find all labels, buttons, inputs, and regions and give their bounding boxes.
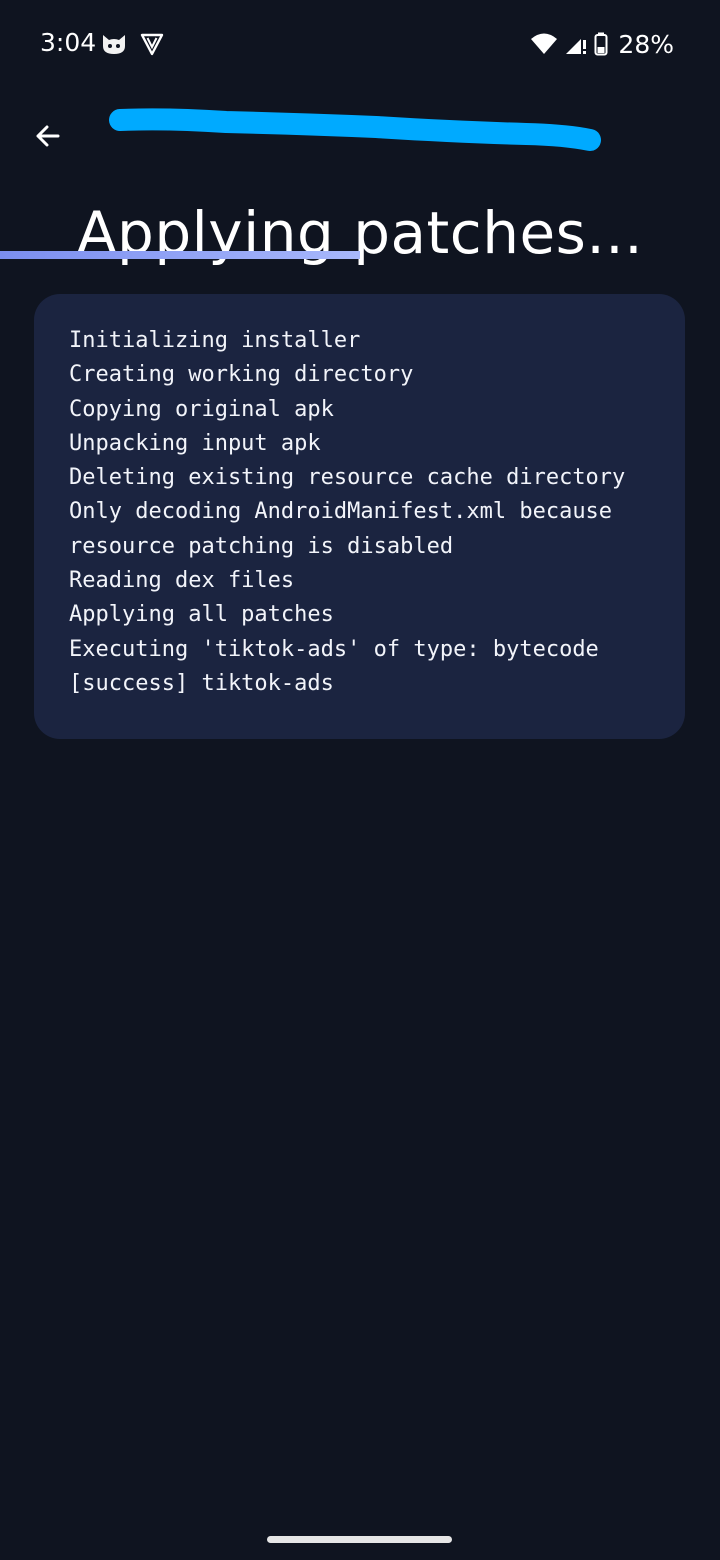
back-button[interactable] [24, 112, 72, 160]
arrow-left-icon [36, 125, 60, 147]
redaction-scribble [109, 108, 601, 151]
log-card: Initializing installer Creating working … [34, 294, 685, 739]
status-time: 3:04 [40, 28, 97, 57]
status-bar: 3:04 28% [0, 0, 720, 90]
log-line: Only decoding AndroidManifest.xml becaus… [69, 499, 613, 525]
log-line: Unpacking input apk [69, 430, 321, 456]
log-line: resource patching is disabled [69, 533, 454, 559]
signal-icon [566, 39, 587, 54]
log-line: Reading dex files [69, 568, 295, 594]
revanced-v-icon [140, 33, 164, 56]
log-line: [success] tiktok-ads [69, 670, 334, 696]
progress-bar [0, 251, 720, 259]
log-line: Copying original apk [69, 396, 334, 422]
log-line: Creating working directory [69, 362, 414, 388]
progress-bar-fill [0, 251, 360, 259]
home-indicator[interactable] [267, 1536, 452, 1543]
log-line: Deleting existing resource cache directo… [69, 465, 626, 491]
battery-icon [594, 32, 608, 56]
cat-face-icon [103, 35, 125, 54]
battery-percent: 28% [618, 29, 674, 59]
wifi-icon [531, 33, 558, 54]
log-line: Applying all patches [69, 602, 334, 628]
system-status-icons: 28% [530, 28, 674, 60]
log-line: Executing 'tiktok-ads' of type: bytecode [69, 636, 599, 662]
log-line: Initializing installer [69, 328, 361, 353]
